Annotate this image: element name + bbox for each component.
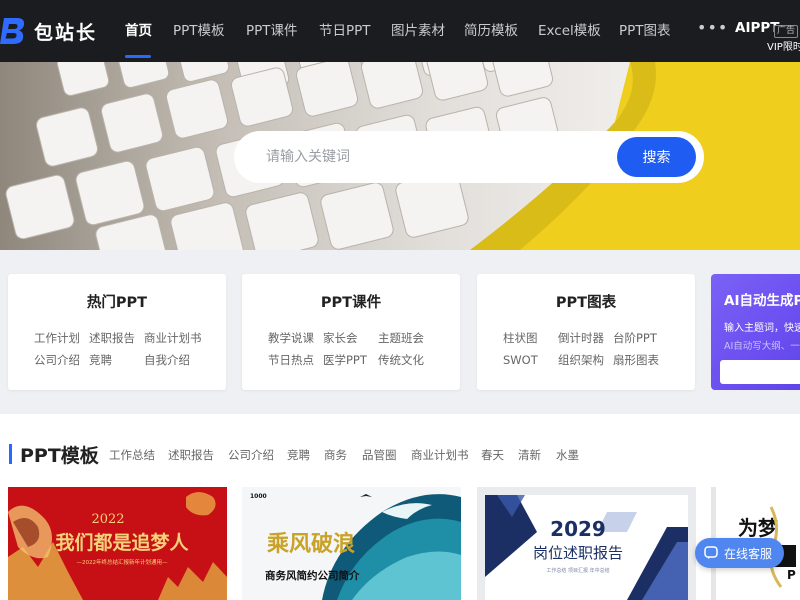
tag-link[interactable]: 清新	[518, 447, 541, 463]
card-link[interactable]: 医学PPT	[323, 353, 378, 367]
card-ppt-courseware: PPT课件 教学说课 家长会 主题班会 节日热点 医学PPT 传统文化	[242, 274, 460, 390]
card-link[interactable]: 组织架构	[558, 353, 613, 367]
thumb-sub: —2022年终总结汇报新年计划通用—	[77, 558, 168, 566]
card-link[interactable]: SWOT	[503, 353, 558, 367]
tag-link[interactable]: 商务	[324, 447, 347, 463]
more-dots-icon[interactable]: •••	[697, 18, 728, 37]
search-button[interactable]: 搜索	[617, 137, 696, 177]
search-input[interactable]	[266, 145, 596, 169]
tag-link[interactable]: 公司介绍	[228, 447, 274, 463]
hero-banner: 搜索	[0, 62, 800, 250]
card-link[interactable]: 柱状图	[503, 331, 558, 345]
nav-item-ppt-courseware[interactable]: PPT课件	[246, 20, 298, 42]
thumb-headline: 为梦	[738, 516, 779, 540]
card-title[interactable]: PPT课件	[242, 291, 460, 312]
ai-card-subtitle: 输入主题词，快速	[724, 323, 800, 334]
nav-item-resume[interactable]: 简历模板	[464, 20, 518, 42]
nav-item-aippt[interactable]: AIPPT	[735, 20, 779, 36]
template-thumbnail[interactable]: 1000 乘风破浪 商务风简约公司简介	[242, 487, 461, 600]
card-link[interactable]: 主题班会	[378, 331, 433, 345]
card-link[interactable]: 节日热点	[268, 353, 323, 367]
logo[interactable]: 包站长	[0, 16, 97, 46]
card-link[interactable]: 公司介绍	[34, 353, 89, 367]
nav-item-excel[interactable]: Excel模板	[538, 20, 601, 42]
template-thumbnail[interactable]: 2022 我们都是追梦人 —2022年终总结汇报新年计划通用—	[8, 487, 227, 600]
tag-link[interactable]: 竞聘	[287, 447, 310, 463]
card-link[interactable]: 工作计划	[34, 331, 89, 345]
thumb-year: 2022	[91, 512, 124, 527]
tag-link[interactable]: 春天	[481, 447, 504, 463]
thumb-logo: 1000	[250, 493, 267, 500]
thumb-sub: 工作总结 项目汇报 年中总结	[546, 567, 609, 574]
nav-item-ppt-template[interactable]: PPT模板	[173, 20, 225, 42]
vip-tag: VIP限时	[767, 42, 800, 53]
ai-card-hint: AI自动写大纲、一键	[724, 341, 800, 352]
card-ppt-charts: PPT图表 柱状图 倒计时器 台阶PPT SWOT 组织架构 扇形图表	[477, 274, 695, 390]
thumb-year: 2029	[550, 517, 606, 541]
card-link[interactable]: 扇形图表	[613, 353, 668, 367]
nav-item-holiday-ppt[interactable]: 节日PPT	[319, 20, 371, 42]
tag-link[interactable]: 工作总结	[109, 447, 155, 463]
logo-b-icon	[0, 18, 25, 44]
thumb-headline: 岗位述职报告	[533, 544, 623, 562]
ppt-template-section: PPT模板 工作总结 述职报告 公司介绍 竞聘 商务 品管圈 商业计划书 春天 …	[0, 414, 800, 600]
tag-link[interactable]: 品管圈	[362, 447, 397, 463]
section-accent-bar	[9, 444, 12, 464]
nav-item-home[interactable]: 首页	[125, 20, 152, 42]
card-link[interactable]: 传统文化	[378, 353, 433, 367]
template-thumbnail[interactable]: 2029 岗位述职报告 工作总结 项目汇报 年中总结	[477, 487, 696, 600]
card-link[interactable]: 自我介绍	[144, 353, 199, 367]
active-nav-indicator	[125, 55, 151, 58]
thumbnail-report: 2029 岗位述职报告 工作总结 项目汇报 年中总结	[477, 487, 696, 600]
card-link[interactable]: 竞聘	[89, 353, 144, 367]
thumbnail-red-dream: 2022 我们都是追梦人 —2022年终总结汇报新年计划通用—	[8, 487, 227, 600]
brand-name: 包站长	[34, 21, 98, 44]
search-box: 搜索	[234, 131, 704, 183]
thumb-headline: 我们都是追梦人	[55, 531, 189, 554]
svg-text:P: P	[787, 568, 796, 582]
thumb-sub: 商务风简约公司简介	[265, 569, 360, 582]
top-navigation: 包站长 首页 PPT模板 PPT课件 节日PPT 图片素材 简历模板 Excel…	[0, 0, 800, 62]
ai-topic-input[interactable]	[720, 360, 800, 384]
ai-card-title: AI自动生成PPT	[724, 293, 800, 309]
card-link[interactable]: 商业计划书	[144, 331, 202, 345]
section-title[interactable]: PPT模板	[20, 441, 99, 468]
card-links: 教学说课 家长会 主题班会 节日热点 医学PPT 传统文化	[268, 331, 448, 367]
card-links: 柱状图 倒计时器 台阶PPT SWOT 组织架构 扇形图表	[503, 331, 683, 367]
card-title[interactable]: PPT图表	[477, 291, 695, 312]
online-service-button[interactable]: 在线客服	[695, 538, 784, 568]
category-cards: 热门PPT 工作计划 述职报告 商业计划书 公司介绍 竞聘 自我介绍 PPT课件…	[0, 250, 800, 414]
chat-icon	[704, 546, 718, 559]
nav-item-images[interactable]: 图片素材	[391, 20, 445, 42]
card-link[interactable]: 家长会	[323, 331, 378, 345]
card-link[interactable]: 倒计时器	[558, 331, 613, 345]
online-service-label: 在线客服	[724, 546, 773, 561]
thumb-headline: 乘风破浪	[266, 531, 355, 557]
thumbnail-wave: 1000 乘风破浪 商务风简约公司简介	[242, 487, 461, 600]
nav-item-ppt-charts[interactable]: PPT图表	[619, 20, 671, 42]
ad-badge: 广告	[774, 25, 799, 38]
card-link[interactable]: 教学说课	[268, 331, 323, 345]
ai-generate-card[interactable]: AI自动生成PPT 输入主题词，快速 AI自动写大纲、一键	[711, 274, 800, 390]
card-link[interactable]: 述职报告	[89, 331, 144, 345]
card-link[interactable]: 台阶PPT	[613, 331, 668, 345]
tag-link[interactable]: 水墨	[556, 447, 579, 463]
tag-link[interactable]: 商业计划书	[411, 447, 469, 463]
card-links: 工作计划 述职报告 商业计划书 公司介绍 竞聘 自我介绍	[34, 331, 214, 367]
tag-link[interactable]: 述职报告	[168, 447, 214, 463]
card-hot-ppt: 热门PPT 工作计划 述职报告 商业计划书 公司介绍 竞聘 自我介绍	[8, 274, 226, 390]
card-title[interactable]: 热门PPT	[8, 291, 226, 312]
